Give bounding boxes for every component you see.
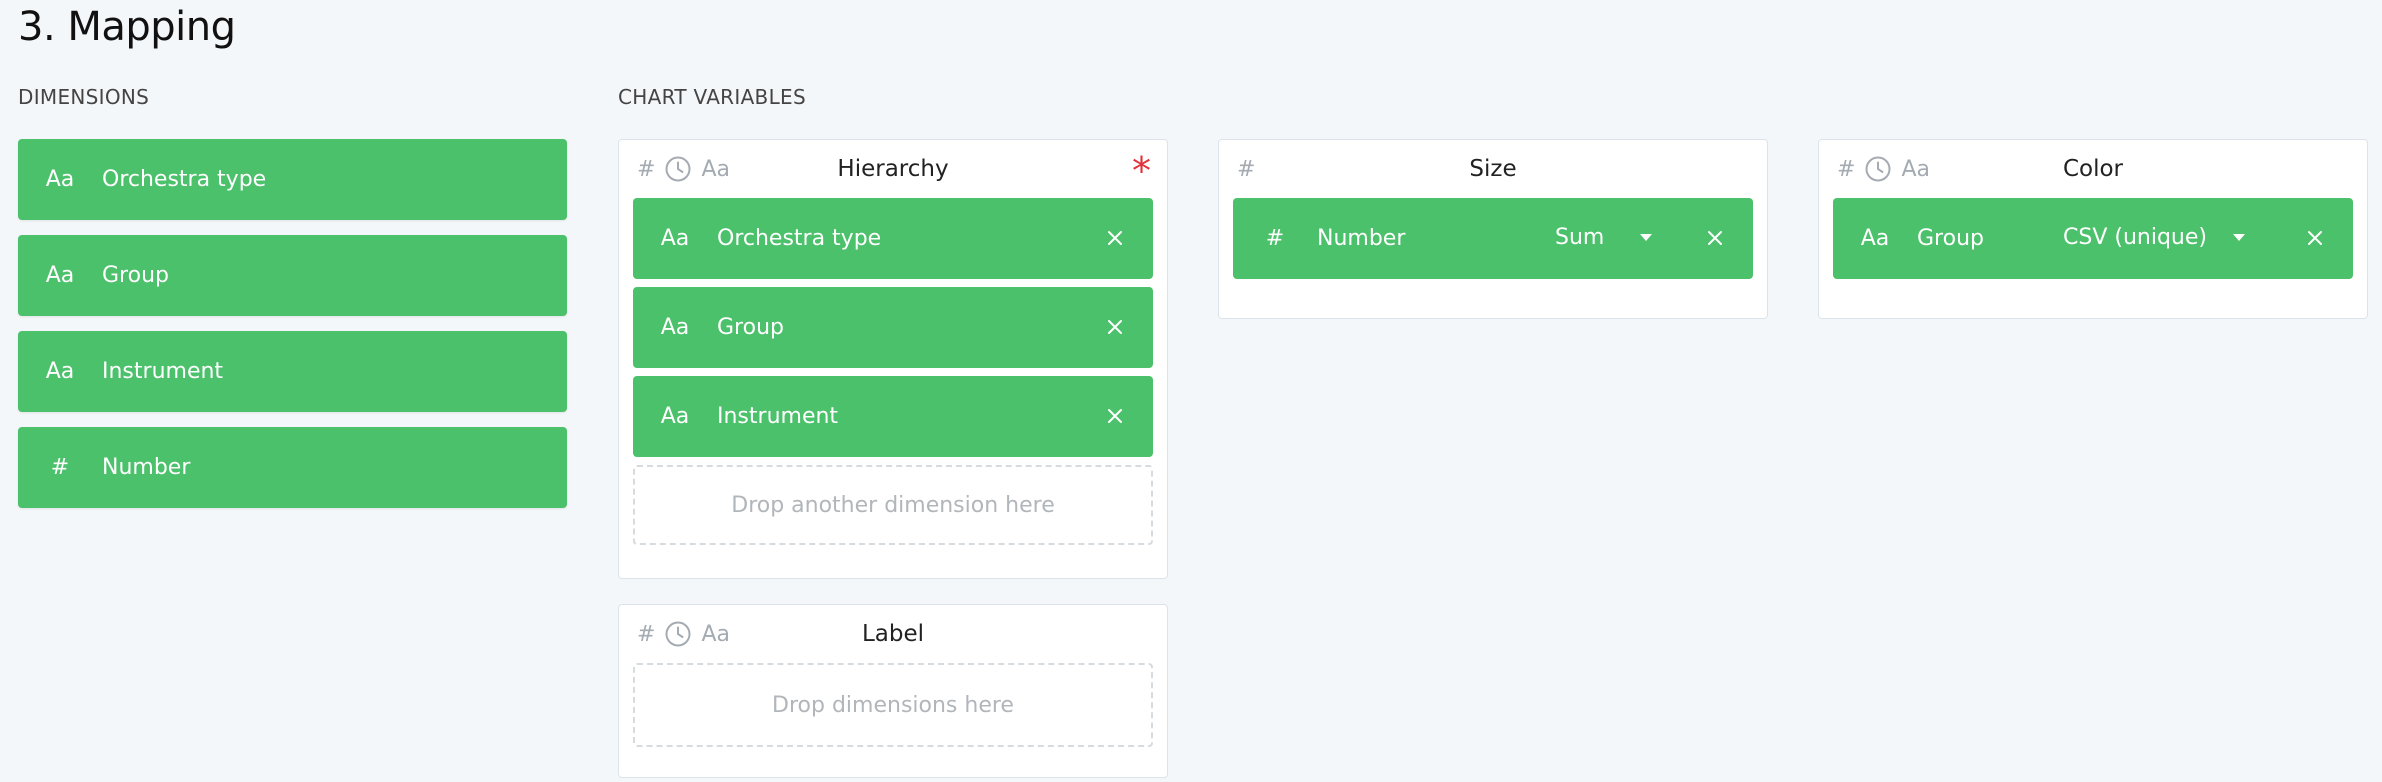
label-drop-zone[interactable]: Drop dimensions here [633, 663, 1153, 747]
dimension-number[interactable]: # Number [18, 427, 567, 508]
color-title: Color [2062, 156, 2124, 182]
chevron-down-icon [1640, 234, 1653, 241]
dimension-orchestra-type[interactable]: Aa Orchestra type [18, 139, 567, 220]
dimension-label: Orchestra type [102, 167, 267, 192]
dimensions-heading: DIMENSIONS [18, 85, 150, 109]
size-variable-card: # Size # Number Sum [1218, 139, 1768, 319]
hierarchy-title: Hierarchy [837, 156, 949, 182]
dimension-instrument[interactable]: Aa Instrument [18, 331, 567, 412]
chart-variables-heading: CHART VARIABLES [618, 85, 806, 109]
mapped-dimension-label: Orchestra type [717, 226, 882, 251]
mapped-dimension-label: Group [1917, 226, 1984, 251]
text-type-icon: Aa [45, 167, 75, 192]
mapped-dimension-label: Group [717, 315, 784, 340]
close-icon[interactable] [2303, 226, 2327, 250]
dimension-group[interactable]: Aa Group [18, 235, 567, 316]
mapped-dimension-instrument[interactable]: Aa Instrument [633, 376, 1153, 457]
close-icon[interactable] [1103, 226, 1127, 250]
number-type-icon: # [1265, 226, 1285, 251]
label-variable-card: # Aa Label Drop dimensions here [618, 604, 1168, 778]
mapped-dimension-orchestra-type[interactable]: Aa Orchestra type [633, 198, 1153, 279]
text-type-icon: Aa [45, 359, 75, 384]
aggregation-value: Sum [1555, 225, 1605, 250]
number-type-icon: # [50, 455, 70, 480]
text-type-icon: Aa [660, 315, 690, 340]
required-asterisk-icon: * [1132, 149, 1151, 193]
close-icon[interactable] [1103, 404, 1127, 428]
hierarchy-variable-card: # Aa Hierarchy * Aa Orchestra type Aa Gr… [618, 139, 1168, 579]
text-type-icon: Aa [45, 263, 75, 288]
hierarchy-drop-zone[interactable]: Drop another dimension here [633, 465, 1153, 545]
chevron-down-icon [2232, 234, 2245, 241]
mapped-dimension-group[interactable]: Aa Group CSV (unique) [1833, 198, 2353, 279]
close-icon[interactable] [1103, 315, 1127, 339]
aggregation-dropdown[interactable]: Sum [1555, 225, 1653, 250]
dimensions-list: Aa Orchestra type Aa Group Aa Instrument… [18, 139, 567, 523]
text-type-icon: Aa [1860, 226, 1890, 251]
mapped-dimension-label: Number [1317, 226, 1406, 251]
close-icon[interactable] [1703, 226, 1727, 250]
mapped-dimension-number[interactable]: # Number Sum [1233, 198, 1753, 279]
text-type-icon: Aa [660, 226, 690, 251]
color-variable-card: # Aa Color Aa Group CSV (unique) [1818, 139, 2368, 319]
aggregation-dropdown[interactable]: CSV (unique) [2063, 225, 2245, 250]
mapped-dimension-label: Instrument [717, 404, 839, 429]
page-title: 3. Mapping [18, 4, 236, 50]
dimension-label: Instrument [102, 359, 224, 384]
text-type-icon: Aa [660, 404, 690, 429]
aggregation-value: CSV (unique) [2063, 225, 2207, 250]
size-title: Size [1469, 156, 1517, 182]
label-title: Label [861, 621, 925, 647]
dimension-label: Group [102, 263, 169, 288]
dimension-label: Number [102, 455, 191, 480]
mapped-dimension-group[interactable]: Aa Group [633, 287, 1153, 368]
